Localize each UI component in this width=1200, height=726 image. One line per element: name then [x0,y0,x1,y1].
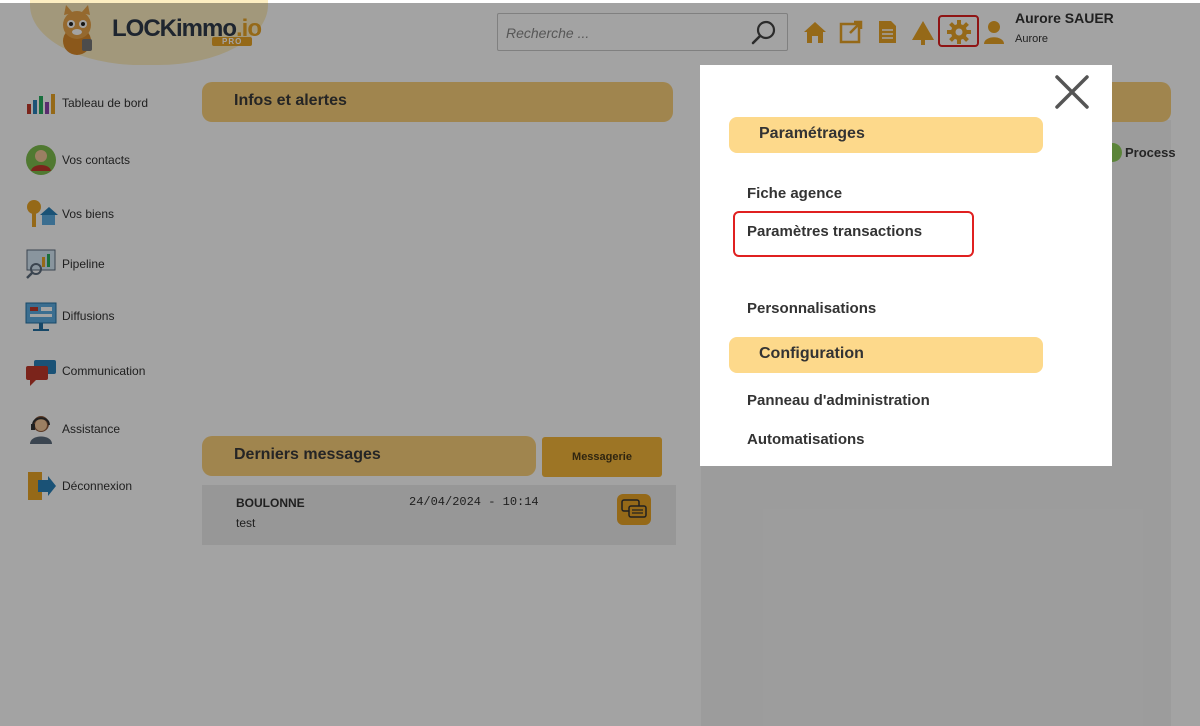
close-icon[interactable] [1053,73,1091,111]
settings-modal: Paramétrages Fiche agence Paramètres tra… [700,65,1112,466]
configuration-header: Configuration [729,337,1043,373]
personnalisations-link[interactable]: Personnalisations [747,300,876,317]
fiche-agence-link[interactable]: Fiche agence [747,185,842,202]
parametrages-title: Paramétrages [759,125,865,142]
panneau-administration-link[interactable]: Panneau d'administration [747,392,930,409]
parametres-transactions-highlight [733,211,974,257]
configuration-title: Configuration [759,345,864,362]
automatisations-link[interactable]: Automatisations [747,431,865,448]
parametrages-header: Paramétrages [729,117,1043,153]
